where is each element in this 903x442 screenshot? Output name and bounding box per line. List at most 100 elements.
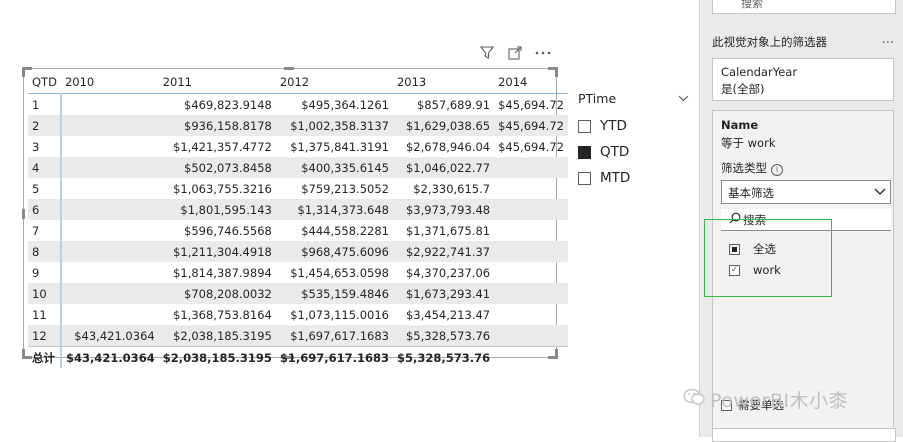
checkbox[interactable] [578, 171, 591, 185]
filter-search-box[interactable]: 搜索 [712, 0, 896, 14]
resize-handle[interactable] [22, 67, 25, 77]
filter-type-label: 筛选类型 i [721, 160, 783, 176]
table-row[interactable]: 2 $936,158.8178 $1,002,358.3137 $1,629,038.… [28, 115, 568, 136]
table-cell: $444,558.2281 [301, 223, 389, 238]
resize-handle[interactable] [22, 349, 25, 359]
table-cell: $1,063,755.3216 [173, 181, 272, 196]
table-row[interactable]: 6 $1,801,595.143 $1,314,373.648 $3,973,793.… [28, 199, 568, 220]
table-cell: $535,159.4846 [275, 283, 393, 304]
table-cell: $596,746.5568 [184, 223, 272, 238]
slicer-title: PTime [578, 90, 617, 106]
table-cell [494, 283, 568, 304]
table-row[interactable]: 8 $1,211,304.4918 $968,475.6096 $2,922,741.… [28, 241, 568, 262]
table-cell: $708,208.0032 [158, 283, 276, 304]
table-cell [60, 241, 159, 262]
column-header[interactable]: 2012 [275, 71, 393, 94]
total-cell: $1,697,617.1683 [275, 346, 393, 368]
table-cell: $469,823.9148 [184, 97, 272, 112]
table-row[interactable]: 4 $502,073.8458 $400,335.6145 $1,046,022.77 [28, 157, 568, 178]
slicer-item-mtd[interactable]: MTD [578, 165, 693, 191]
info-icon[interactable]: i [771, 164, 783, 176]
checkbox[interactable] [578, 119, 591, 133]
row-header: 2 [28, 115, 62, 136]
dropdown-value: 基本筛选 [728, 186, 774, 200]
total-label: 总计 [28, 346, 62, 368]
table-cell: $3,454,213.47 [405, 307, 491, 322]
table-row[interactable]: 3 $1,421,357.4772 $1,375,841.3191 $2,678,94… [28, 136, 568, 157]
filter-icon[interactable] [478, 44, 496, 62]
table-cell: $1,375,841.3191 [290, 139, 389, 154]
table-cell [60, 115, 159, 136]
column-header[interactable]: 2014 [494, 71, 568, 94]
filter-type-text: 筛选类型 [721, 161, 767, 175]
checkbox[interactable] [578, 145, 591, 159]
table-cell: $2,922,741.37 [392, 241, 495, 262]
matrix-visual[interactable]: QTD 2010 2011 2012 2013 2014 1 $469,823.9… [22, 67, 568, 368]
table-cell [61, 178, 159, 199]
column-header[interactable]: 2013 [392, 71, 495, 94]
table-row[interactable]: 7 $596,746.5568 $444,558.2281 $1,371,675.81 [28, 220, 568, 241]
table-row[interactable]: 1 $469,823.9148 $495,364.1261 $857,689.91 $4… [28, 93, 568, 116]
table-cell [494, 157, 568, 178]
resize-handle[interactable] [22, 209, 25, 219]
column-header[interactable]: QTD [28, 71, 61, 94]
table-row[interactable]: 5 $1,063,755.3216 $759,213.5052 $2,330,615.… [28, 178, 568, 199]
table-cell: $1,073,115.0016 [290, 307, 389, 322]
table-cell [494, 304, 568, 325]
column-header[interactable]: 2011 [158, 71, 276, 94]
more-options-icon[interactable] [534, 44, 552, 62]
chevron-down-icon[interactable] [678, 92, 689, 105]
table-cell: $1,814,387.9894 [173, 265, 272, 280]
table-cell: $1,629,038.65 [392, 115, 495, 136]
column-header[interactable]: 2010 [60, 71, 159, 94]
wechat-icon [682, 387, 706, 412]
filter-type-dropdown[interactable]: 基本筛选 [721, 180, 891, 204]
table-cell: $2,038,185.3195 [158, 325, 276, 347]
focus-mode-icon[interactable] [506, 44, 524, 62]
table-cell [494, 178, 568, 199]
row-header: 12 [28, 325, 62, 347]
table-cell: $1,314,373.648 [275, 199, 393, 220]
table-cell: $2,678,946.04 [405, 139, 491, 154]
total-cell: $43,421.0364 [60, 346, 159, 368]
row-header: 5 [28, 178, 62, 199]
watermark: PowerBI木小桼 [682, 386, 848, 413]
filter-card[interactable] [712, 428, 896, 442]
table-cell [61, 304, 159, 325]
table-cell [61, 136, 159, 157]
table-cell [60, 157, 159, 178]
table-row[interactable]: 12 $43,421.0364 $2,038,185.3195 $1,697,617.… [28, 325, 568, 347]
matrix-header-row: QTD 2010 2011 2012 2013 2014 [28, 71, 568, 94]
table-cell: $495,364.1261 [301, 97, 389, 112]
slicer-item-qtd[interactable]: QTD [578, 139, 693, 165]
more-options-icon[interactable]: ... [882, 32, 894, 47]
table-cell [60, 199, 159, 220]
table-cell: $3,973,793.48 [392, 199, 495, 220]
table-cell: $759,213.5052 [301, 181, 389, 196]
section-title: 此视觉对象上的筛选器 [712, 35, 827, 49]
row-header: 9 [28, 262, 62, 283]
total-cell: $2,038,185.3195 [158, 346, 276, 368]
filter-card-calendaryear[interactable]: CalendarYear 是(全部) [712, 58, 894, 101]
table-cell: $45,694.72 [498, 139, 564, 154]
slicer-item-ytd[interactable]: YTD [578, 113, 693, 139]
table-cell [61, 94, 159, 116]
table-cell: $1,002,358.3137 [275, 115, 393, 136]
table-row[interactable]: 9 $1,814,387.9894 $1,454,653.0598 $4,370,23… [28, 262, 568, 283]
table-cell: $968,475.6096 [275, 241, 393, 262]
table-cell [494, 199, 568, 220]
row-header: 6 [28, 199, 62, 220]
row-header: 7 [28, 220, 62, 241]
row-header: 8 [28, 241, 62, 262]
chevron-down-icon [874, 185, 886, 199]
ptime-slicer: PTime YTD QTD MTD [578, 89, 693, 191]
annotation-highlight-box [704, 219, 832, 297]
table-row[interactable]: 11 $1,368,753.8164 $1,073,115.0016 $3,454,2… [28, 304, 568, 325]
table-cell: $1,368,753.8164 [173, 307, 272, 322]
filter-state: 是(全部) [721, 82, 765, 96]
slicer-item-label: YTD [600, 118, 627, 134]
resize-handle[interactable] [284, 67, 294, 70]
table-cell [61, 262, 159, 283]
slicer-header[interactable]: PTime [578, 89, 693, 107]
table-row[interactable]: 10 $708,208.0032 $535,159.4846 $1,673,293.4… [28, 283, 568, 304]
